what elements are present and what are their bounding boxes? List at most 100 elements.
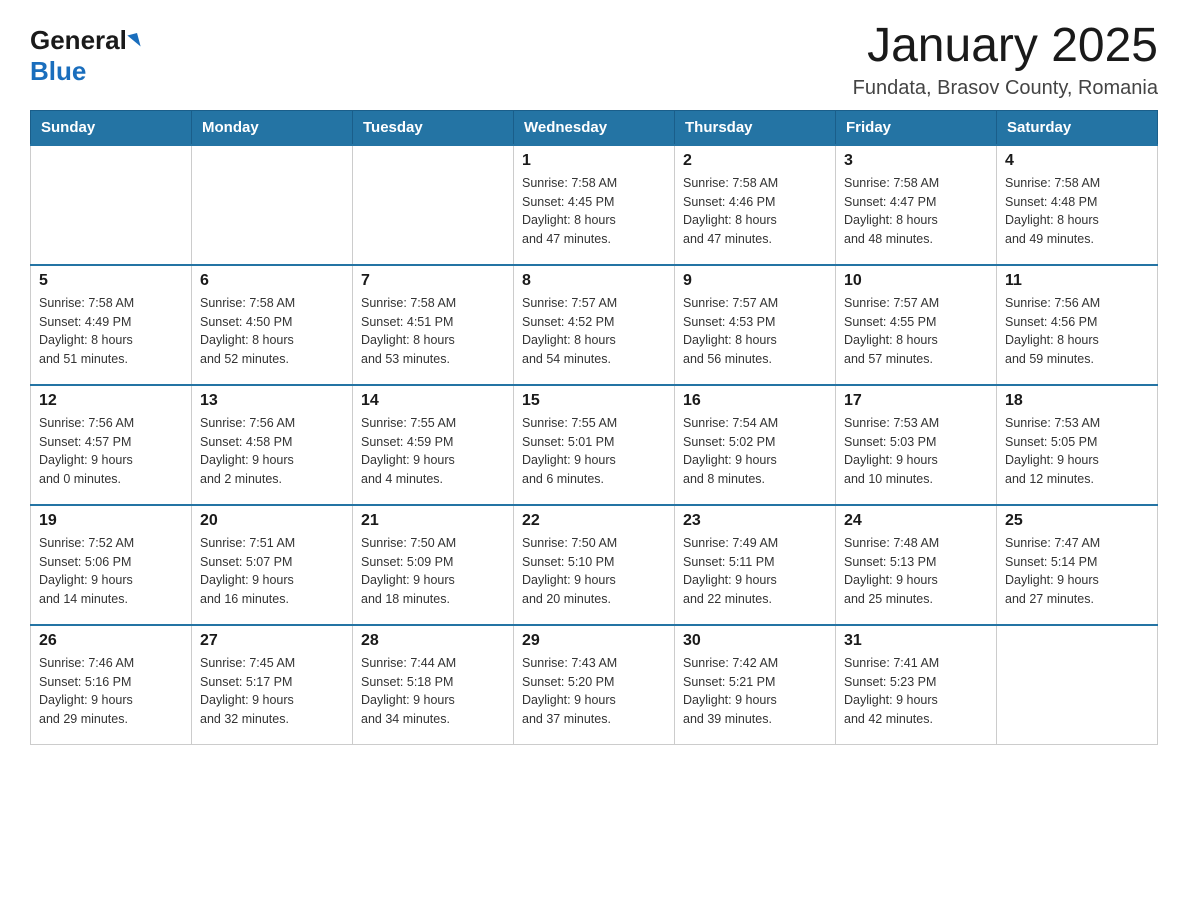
calendar-cell — [997, 625, 1158, 745]
calendar-cell: 22Sunrise: 7:50 AMSunset: 5:10 PMDayligh… — [514, 505, 675, 625]
calendar-header-friday: Friday — [836, 110, 997, 145]
day-info: Sunrise: 7:58 AMSunset: 4:49 PMDaylight:… — [39, 294, 183, 369]
day-info: Sunrise: 7:44 AMSunset: 5:18 PMDaylight:… — [361, 654, 505, 729]
day-number: 1 — [522, 152, 666, 170]
day-info: Sunrise: 7:58 AMSunset: 4:51 PMDaylight:… — [361, 294, 505, 369]
day-info: Sunrise: 7:56 AMSunset: 4:56 PMDaylight:… — [1005, 294, 1149, 369]
day-number: 31 — [844, 632, 988, 650]
day-info: Sunrise: 7:45 AMSunset: 5:17 PMDaylight:… — [200, 654, 344, 729]
title-section: January 2025 Fundata, Brasov County, Rom… — [853, 20, 1158, 100]
day-number: 21 — [361, 512, 505, 530]
calendar-cell: 6 Sunrise: 7:58 AMSunset: 4:50 PMDaylight… — [192, 265, 353, 385]
calendar-cell: 17 Sunrise: 7:53 AMSunset: 5:03 PMDayligh… — [836, 385, 997, 505]
day-number: 8 — [522, 272, 666, 290]
day-info: Sunrise: 7:56 AMSunset: 4:58 PMDaylight:… — [200, 414, 344, 489]
calendar-cell: 15 Sunrise: 7:55 AMSunset: 5:01 PMDayligh… — [514, 385, 675, 505]
day-number: 18 — [1005, 392, 1149, 410]
logo: General Blue — [30, 20, 139, 87]
day-number: 20 — [200, 512, 344, 530]
day-number: 19 — [39, 512, 183, 530]
day-info: Sunrise: 7:58 AMSunset: 4:48 PMDaylight:… — [1005, 174, 1149, 249]
day-number: 2 — [683, 152, 827, 170]
calendar-cell — [353, 145, 514, 265]
day-number: 24 — [844, 512, 988, 530]
day-info: Sunrise: 7:55 AMSunset: 5:01 PMDaylight:… — [522, 414, 666, 489]
day-number: 13 — [200, 392, 344, 410]
day-info: Sunrise: 7:43 AMSunset: 5:20 PMDaylight:… — [522, 654, 666, 729]
day-info: Sunrise: 7:48 AMSunset: 5:13 PMDaylight:… — [844, 534, 988, 609]
calendar-header-wednesday: Wednesday — [514, 110, 675, 145]
day-number: 7 — [361, 272, 505, 290]
day-info: Sunrise: 7:49 AMSunset: 5:11 PMDaylight:… — [683, 534, 827, 609]
calendar-cell: 14 Sunrise: 7:55 AMSunset: 4:59 PMDayligh… — [353, 385, 514, 505]
calendar-cell: 11 Sunrise: 7:56 AMSunset: 4:56 PMDayligh… — [997, 265, 1158, 385]
day-number: 28 — [361, 632, 505, 650]
day-number: 16 — [683, 392, 827, 410]
day-info: Sunrise: 7:58 AMSunset: 4:45 PMDaylight:… — [522, 174, 666, 249]
day-number: 14 — [361, 392, 505, 410]
day-info: Sunrise: 7:53 AMSunset: 5:03 PMDaylight:… — [844, 414, 988, 489]
calendar-cell — [31, 145, 192, 265]
calendar-cell: 30Sunrise: 7:42 AMSunset: 5:21 PMDayligh… — [675, 625, 836, 745]
day-info: Sunrise: 7:53 AMSunset: 5:05 PMDaylight:… — [1005, 414, 1149, 489]
calendar-cell: 4 Sunrise: 7:58 AMSunset: 4:48 PMDaylight… — [997, 145, 1158, 265]
day-number: 10 — [844, 272, 988, 290]
day-info: Sunrise: 7:41 AMSunset: 5:23 PMDaylight:… — [844, 654, 988, 729]
calendar-cell: 24 Sunrise: 7:48 AMSunset: 5:13 PMDayligh… — [836, 505, 997, 625]
day-info: Sunrise: 7:58 AMSunset: 4:50 PMDaylight:… — [200, 294, 344, 369]
calendar-week-row-1: 1 Sunrise: 7:58 AMSunset: 4:45 PMDaylight… — [31, 145, 1158, 265]
calendar-cell: 3Sunrise: 7:58 AMSunset: 4:47 PMDaylight… — [836, 145, 997, 265]
calendar-cell: 19Sunrise: 7:52 AMSunset: 5:06 PMDayligh… — [31, 505, 192, 625]
day-number: 22 — [522, 512, 666, 530]
calendar-week-row-2: 5 Sunrise: 7:58 AMSunset: 4:49 PMDaylight… — [31, 265, 1158, 385]
day-number: 9 — [683, 272, 827, 290]
calendar-cell: 2 Sunrise: 7:58 AMSunset: 4:46 PMDaylight… — [675, 145, 836, 265]
calendar-cell: 25Sunrise: 7:47 AMSunset: 5:14 PMDayligh… — [997, 505, 1158, 625]
calendar-header-sunday: Sunday — [31, 110, 192, 145]
calendar-table: SundayMondayTuesdayWednesdayThursdayFrid… — [30, 110, 1158, 746]
day-number: 23 — [683, 512, 827, 530]
location-subtitle: Fundata, Brasov County, Romania — [853, 77, 1158, 100]
calendar-week-row-5: 26Sunrise: 7:46 AMSunset: 5:16 PMDayligh… — [31, 625, 1158, 745]
calendar-week-row-3: 12Sunrise: 7:56 AMSunset: 4:57 PMDayligh… — [31, 385, 1158, 505]
day-number: 17 — [844, 392, 988, 410]
calendar-header-row: SundayMondayTuesdayWednesdayThursdayFrid… — [31, 110, 1158, 145]
month-title: January 2025 — [853, 20, 1158, 73]
day-number: 26 — [39, 632, 183, 650]
day-info: Sunrise: 7:57 AMSunset: 4:53 PMDaylight:… — [683, 294, 827, 369]
calendar-cell: 9 Sunrise: 7:57 AMSunset: 4:53 PMDaylight… — [675, 265, 836, 385]
calendar-cell: 29Sunrise: 7:43 AMSunset: 5:20 PMDayligh… — [514, 625, 675, 745]
day-number: 25 — [1005, 512, 1149, 530]
day-info: Sunrise: 7:55 AMSunset: 4:59 PMDaylight:… — [361, 414, 505, 489]
calendar-cell: 13 Sunrise: 7:56 AMSunset: 4:58 PMDayligh… — [192, 385, 353, 505]
calendar-cell: 23 Sunrise: 7:49 AMSunset: 5:11 PMDayligh… — [675, 505, 836, 625]
day-info: Sunrise: 7:42 AMSunset: 5:21 PMDaylight:… — [683, 654, 827, 729]
calendar-header-tuesday: Tuesday — [353, 110, 514, 145]
calendar-cell: 21 Sunrise: 7:50 AMSunset: 5:09 PMDayligh… — [353, 505, 514, 625]
calendar-cell: 10 Sunrise: 7:57 AMSunset: 4:55 PMDayligh… — [836, 265, 997, 385]
page-header: General Blue January 2025 Fundata, Braso… — [30, 20, 1158, 100]
calendar-cell: 12Sunrise: 7:56 AMSunset: 4:57 PMDayligh… — [31, 385, 192, 505]
day-info: Sunrise: 7:57 AMSunset: 4:55 PMDaylight:… — [844, 294, 988, 369]
day-number: 11 — [1005, 272, 1149, 290]
day-info: Sunrise: 7:57 AMSunset: 4:52 PMDaylight:… — [522, 294, 666, 369]
day-number: 4 — [1005, 152, 1149, 170]
logo-blue-text: Blue — [30, 56, 86, 87]
day-info: Sunrise: 7:51 AMSunset: 5:07 PMDaylight:… — [200, 534, 344, 609]
calendar-header-saturday: Saturday — [997, 110, 1158, 145]
logo-general-text: General — [30, 25, 127, 56]
day-info: Sunrise: 7:58 AMSunset: 4:46 PMDaylight:… — [683, 174, 827, 249]
calendar-header-monday: Monday — [192, 110, 353, 145]
calendar-cell: 8 Sunrise: 7:57 AMSunset: 4:52 PMDaylight… — [514, 265, 675, 385]
calendar-cell: 31 Sunrise: 7:41 AMSunset: 5:23 PMDayligh… — [836, 625, 997, 745]
calendar-cell: 18 Sunrise: 7:53 AMSunset: 5:05 PMDayligh… — [997, 385, 1158, 505]
calendar-cell: 1 Sunrise: 7:58 AMSunset: 4:45 PMDaylight… — [514, 145, 675, 265]
day-info: Sunrise: 7:50 AMSunset: 5:09 PMDaylight:… — [361, 534, 505, 609]
day-number: 27 — [200, 632, 344, 650]
day-number: 5 — [39, 272, 183, 290]
day-info: Sunrise: 7:56 AMSunset: 4:57 PMDaylight:… — [39, 414, 183, 489]
day-number: 15 — [522, 392, 666, 410]
day-number: 3 — [844, 152, 988, 170]
day-number: 6 — [200, 272, 344, 290]
calendar-cell: 20 Sunrise: 7:51 AMSunset: 5:07 PMDayligh… — [192, 505, 353, 625]
